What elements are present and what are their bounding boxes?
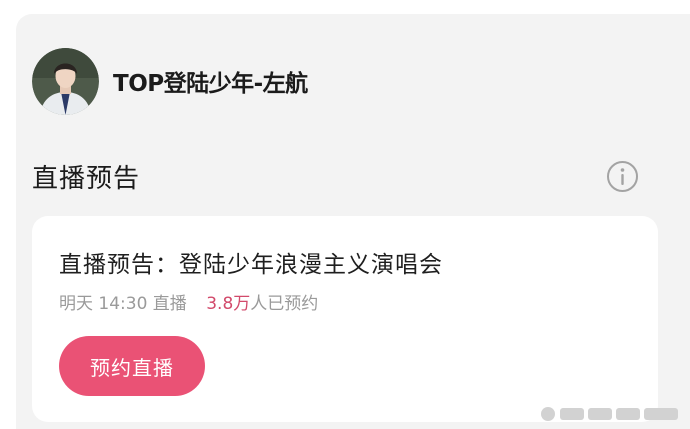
avatar[interactable] bbox=[32, 48, 99, 115]
reserve-suffix: 人已预约 bbox=[250, 294, 319, 314]
section-title: 直播预告 bbox=[32, 164, 141, 194]
live-preview-card[interactable]: 直播预告：登陆少年浪漫主义演唱会 明天 14:30 直播 3.8万人已预约 预约… bbox=[32, 216, 658, 422]
info-icon[interactable] bbox=[606, 160, 639, 193]
account-name[interactable]: TOP登陆少年-左航 bbox=[113, 64, 308, 98]
card-title: 直播预告：登陆少年浪漫主义演唱会 bbox=[59, 252, 443, 278]
live-schedule: 明天 14:30 直播 bbox=[59, 294, 187, 314]
reserve-count: 3.8万 bbox=[206, 294, 251, 314]
watermark-logo bbox=[538, 403, 682, 425]
reserve-live-button[interactable]: 预约直播 bbox=[59, 336, 205, 396]
card-meta: 明天 14:30 直播 3.8万人已预约 bbox=[59, 289, 318, 314]
